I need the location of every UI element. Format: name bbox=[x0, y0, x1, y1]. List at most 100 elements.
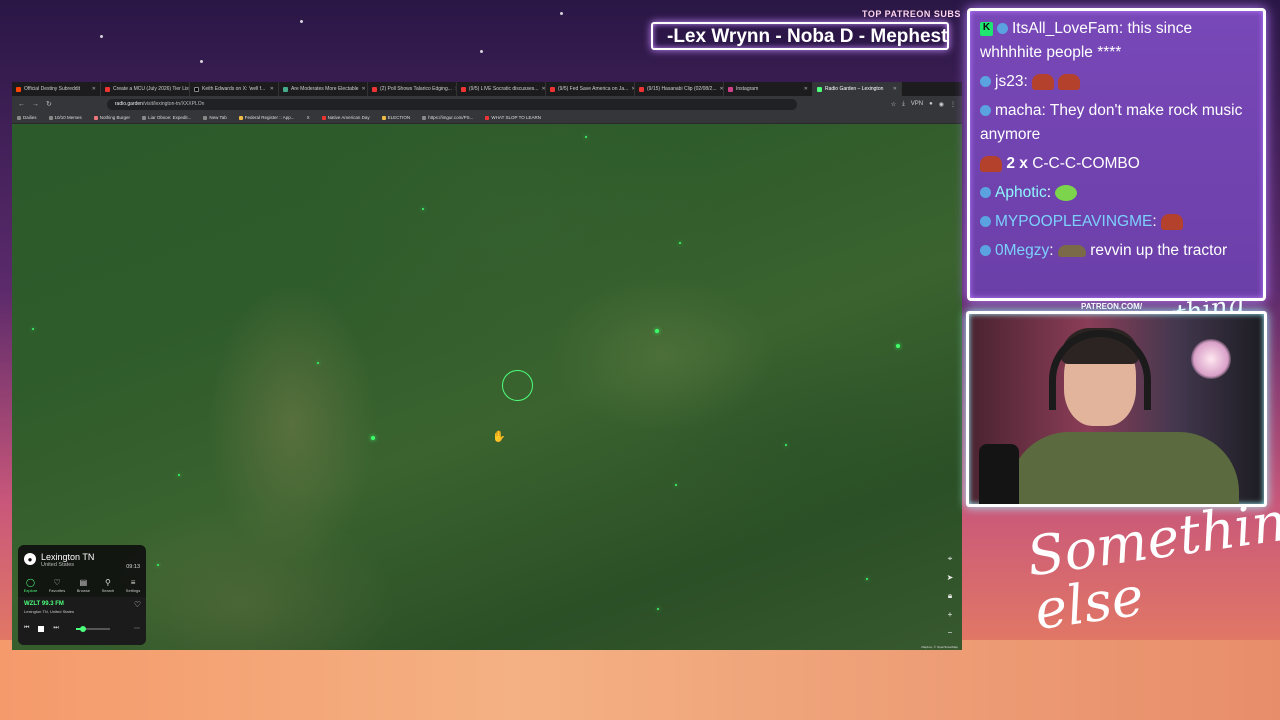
station-dot[interactable] bbox=[422, 208, 424, 210]
vpn-button[interactable]: VPN bbox=[911, 101, 923, 108]
favorite-heart-icon[interactable]: ♡ bbox=[134, 600, 141, 609]
forward-icon[interactable]: → bbox=[32, 101, 39, 108]
station-dot[interactable] bbox=[317, 362, 319, 364]
badge-icon bbox=[980, 105, 991, 117]
now-playing: WZLT 99.3 FM Lexington TN, United States… bbox=[18, 597, 146, 645]
nav-settings[interactable]: ≡ Settings bbox=[126, 578, 140, 593]
emote-icon bbox=[980, 155, 1002, 172]
tab[interactable]: Instagram ✕ bbox=[724, 82, 813, 96]
map-attribution: Mapbox, © OpenStreetMap bbox=[921, 645, 958, 649]
tab[interactable]: (9/15) Hasanabi Clip (02/08/2... ✕ bbox=[635, 82, 724, 96]
nav-browse[interactable]: ▤ Browse bbox=[77, 578, 90, 593]
zoom-in-icon[interactable]: + bbox=[948, 610, 953, 619]
more-icon[interactable]: ⋯ bbox=[134, 625, 140, 632]
station-dot[interactable] bbox=[675, 484, 677, 486]
location-header[interactable]: ● Lexington TN United States bbox=[24, 553, 94, 568]
tab[interactable]: Are Moderates More Electable ✕ bbox=[279, 82, 368, 96]
streamer-shirt bbox=[1009, 432, 1239, 504]
tab[interactable]: Official Destiny Subreddit ✕ bbox=[12, 82, 101, 96]
zoom-out-icon[interactable]: − bbox=[948, 628, 953, 637]
lock-icon[interactable]: 🔒︎ bbox=[948, 591, 952, 601]
station-name[interactable]: WZLT 99.3 FM bbox=[24, 601, 64, 607]
browser-toolbar: ☆ ⤓ VPN ● ◉ ⋮ bbox=[891, 101, 956, 108]
extension-icon[interactable]: ● bbox=[929, 101, 933, 108]
bookmark[interactable]: X bbox=[307, 115, 310, 120]
volume-slider[interactable] bbox=[75, 625, 110, 632]
tab[interactable]: (9/5) Fed Save America on Ja...✕ bbox=[546, 82, 635, 96]
bookmark[interactable]: New Tab bbox=[203, 115, 227, 120]
bookmark[interactable]: 10/10 Memes bbox=[48, 115, 82, 120]
star-decoration bbox=[300, 20, 303, 23]
tab[interactable]: Keith Edwards on X: 'well f... ✕ bbox=[190, 82, 279, 96]
pin-icon[interactable]: ⌖ bbox=[948, 554, 953, 564]
bookmark[interactable]: Liar Obsoe: Expedit... bbox=[142, 115, 191, 120]
chat-message: 0Megzy: revvin up the tractor bbox=[980, 239, 1253, 263]
heart-icon: ♡ bbox=[53, 578, 61, 587]
station-dot[interactable] bbox=[655, 329, 659, 333]
chat-username: ItsAll_LoveFam bbox=[1012, 20, 1119, 37]
next-icon[interactable]: ⏭ bbox=[53, 625, 58, 632]
emote-icon bbox=[1032, 73, 1055, 90]
station-dot[interactable] bbox=[178, 474, 180, 476]
lamp bbox=[1191, 339, 1231, 379]
bookmark[interactable]: Federal Register :: App... bbox=[238, 115, 295, 120]
back-icon[interactable]: ← bbox=[18, 101, 25, 108]
station-dot[interactable] bbox=[657, 608, 659, 610]
bookmark[interactable]: https://imgur.com/PS... bbox=[422, 115, 473, 120]
nav-explore[interactable]: ◯ Explore bbox=[24, 578, 38, 593]
station-dot[interactable] bbox=[896, 344, 900, 348]
bookmark-star-icon[interactable]: ☆ bbox=[891, 101, 896, 108]
previous-icon[interactable]: ⏮ bbox=[24, 625, 29, 632]
explore-icon: ◯ bbox=[26, 578, 35, 587]
url-field[interactable]: radio.garden/visit/lexington-tn/XXXPLOn bbox=[106, 98, 797, 110]
bookmark[interactable]: Nothing Burger bbox=[93, 115, 130, 120]
map-tools: ⌖ ➤ 🔒︎ + − bbox=[944, 554, 956, 637]
chat-text: revvin up the tractor bbox=[1090, 242, 1228, 259]
bookmark[interactable]: WHAT SLOP TO LEARN bbox=[485, 115, 541, 120]
star-decoration bbox=[480, 50, 483, 53]
station-dot[interactable] bbox=[157, 564, 159, 566]
top-subs-label: TOP PATREON SUBS bbox=[862, 9, 961, 19]
tab[interactable]: (9/5) LIVE Socratic discusses... ✕ bbox=[457, 82, 546, 96]
download-icon[interactable]: ⤓ bbox=[902, 101, 905, 108]
station-dot[interactable] bbox=[679, 242, 681, 244]
satellite-map[interactable]: ✋ ● Lexington TN United States 09:13 ◯ Ex… bbox=[12, 124, 962, 650]
combo-message: 2 x C-C-C-COMBO bbox=[980, 152, 1253, 176]
bookmark[interactable]: Dailies bbox=[17, 115, 37, 120]
station-location: Lexington TN, United States bbox=[24, 609, 74, 614]
badge-icon: K bbox=[980, 21, 993, 36]
chat-username: macha bbox=[995, 102, 1042, 119]
chat-username: 0Megzy bbox=[995, 242, 1050, 259]
locate-icon[interactable]: ➤ bbox=[947, 573, 954, 582]
station-dot[interactable] bbox=[32, 328, 34, 330]
station-dot[interactable] bbox=[585, 136, 587, 138]
tab[interactable]: (2) Poll Shows Talarico Edging...✕ bbox=[368, 82, 457, 96]
chat-message: Aphotic: bbox=[980, 181, 1253, 205]
chat-username: Aphotic bbox=[995, 184, 1047, 201]
station-dot[interactable] bbox=[785, 444, 787, 446]
microphone bbox=[979, 444, 1019, 504]
profile-icon[interactable]: ◉ bbox=[939, 101, 944, 108]
volume-knob[interactable] bbox=[79, 625, 86, 632]
combo-text: C-C-C-COMBO bbox=[1032, 155, 1140, 172]
menu-icon[interactable]: ⋮ bbox=[950, 101, 956, 108]
bookmark[interactable]: ELECTION bbox=[381, 115, 410, 120]
badge-icon bbox=[980, 187, 991, 199]
nav-favorites[interactable]: ♡ Favorites bbox=[49, 578, 65, 593]
stop-button[interactable] bbox=[38, 625, 45, 632]
tab-active[interactable]: Radio Garden – Lexington ✕ bbox=[813, 82, 902, 96]
webcam-feed bbox=[966, 311, 1267, 507]
url-host: radio.garden bbox=[114, 101, 143, 107]
station-dot[interactable] bbox=[371, 436, 375, 440]
badge-icon bbox=[980, 76, 991, 88]
reload-icon[interactable]: ↻ bbox=[46, 100, 52, 108]
bookmark[interactable]: Native American Day bbox=[321, 115, 370, 120]
station-dot[interactable] bbox=[866, 578, 868, 580]
nav-search[interactable]: ⚲ Search bbox=[102, 578, 115, 593]
star-decoration bbox=[200, 60, 203, 63]
emote-icon bbox=[1055, 184, 1078, 201]
star-decoration bbox=[100, 35, 103, 38]
browse-icon: ▤ bbox=[79, 578, 88, 587]
tab[interactable]: Create a MCU (July 2026) Tier List✕ bbox=[101, 82, 190, 96]
chat-username: js23 bbox=[995, 73, 1024, 90]
